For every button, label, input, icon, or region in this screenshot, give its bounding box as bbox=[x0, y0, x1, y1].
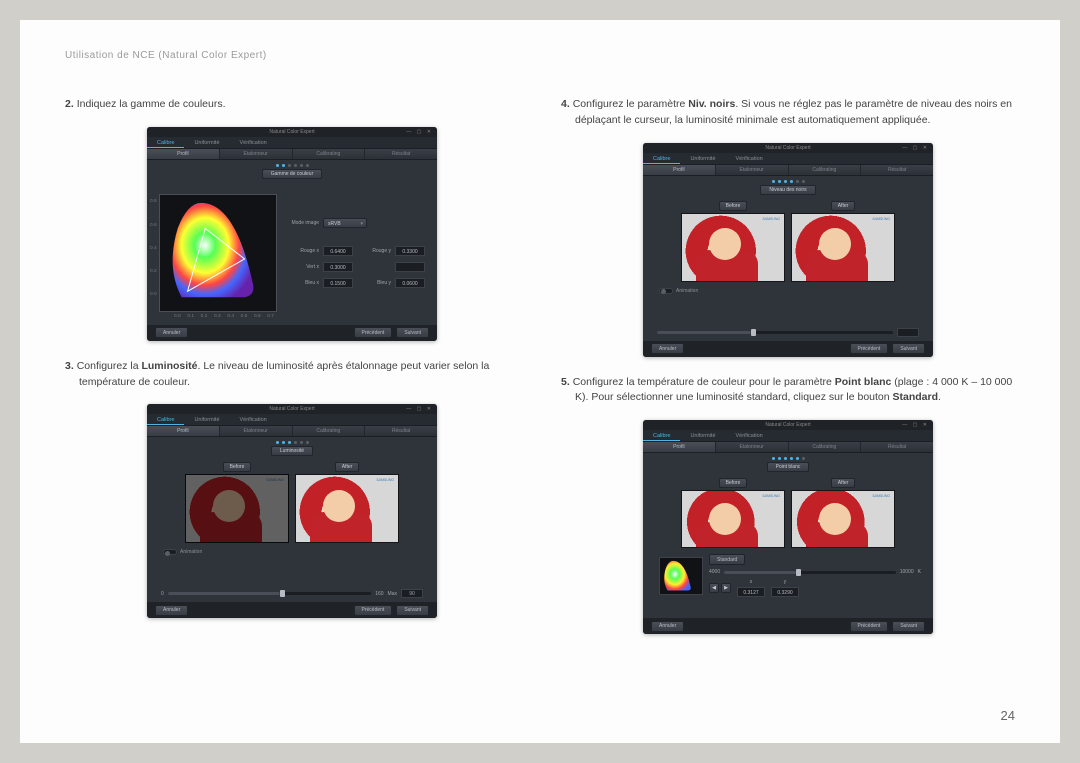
top-tabs: Calibre Uniformité Vérification bbox=[147, 137, 437, 149]
blacklevel-value[interactable] bbox=[897, 328, 919, 337]
window-controls[interactable]: — ▢ ✕ bbox=[406, 127, 433, 137]
red-y-field[interactable]: 0.3300 bbox=[395, 246, 425, 256]
preview-before: SAMSUNG bbox=[681, 490, 785, 548]
subtabs: Profil Etalonneur Calibrating Résultat bbox=[147, 149, 437, 160]
green-x-field[interactable]: 0.3000 bbox=[323, 262, 353, 272]
step-5-text: 5. Configurez la température de couleur … bbox=[561, 375, 1015, 407]
section-chip-whitepoint: Point blanc bbox=[767, 462, 810, 472]
section-chip-luminosity: Luminosité bbox=[271, 446, 313, 456]
red-x-field[interactable]: 0.6400 bbox=[323, 246, 353, 256]
before-label: Before bbox=[223, 462, 252, 472]
subtab-etalonneur[interactable]: Etalonneur bbox=[220, 149, 293, 159]
tab-uniformite[interactable]: Uniformité bbox=[184, 137, 229, 148]
blue-y-field[interactable]: 0.0600 bbox=[395, 278, 425, 288]
nce-window-luminosity: Natural Color Expert— ▢ ✕ CalibreUniform… bbox=[147, 404, 437, 618]
page-number: 24 bbox=[1001, 708, 1015, 723]
subtab-resultat[interactable]: Résultat bbox=[365, 149, 437, 159]
next-button[interactable]: Suivant bbox=[396, 327, 429, 338]
cancel-button[interactable]: Annuler bbox=[155, 327, 188, 338]
nce-window-whitepoint: Natural Color Expert— ▢ ✕ CalibreUniform… bbox=[643, 420, 933, 634]
cie-chromaticity-chart: 0.00.10.20.30.40.50.60.7 0.80.60.40.20.0 bbox=[159, 194, 277, 312]
section-chip-gamut: Gamme de couleur bbox=[262, 169, 323, 179]
standard-button[interactable]: Standard bbox=[709, 554, 745, 565]
step-dots bbox=[147, 160, 437, 169]
wp-x-field[interactable]: 0.3127 bbox=[737, 587, 765, 597]
luminosity-slider[interactable] bbox=[168, 592, 371, 595]
app-titlebar: Natural Color Expert— ▢ ✕ bbox=[147, 127, 437, 137]
tab-calibre[interactable]: Calibre bbox=[147, 137, 184, 148]
luminosity-value[interactable]: 90 bbox=[401, 589, 423, 598]
step-4-text: 4. Configurez le paramètre Niv. noirs. S… bbox=[561, 97, 1015, 129]
animation-toggle[interactable]: Animation bbox=[659, 288, 921, 294]
section-chip-blacklevel: Niveau des noirs bbox=[760, 185, 815, 195]
whitepoint-slider[interactable] bbox=[724, 571, 896, 574]
preview-after: SAMSUNG bbox=[295, 474, 399, 543]
subtab-calibrating[interactable]: Calibrating bbox=[293, 149, 366, 159]
tab-verification[interactable]: Vérification bbox=[230, 137, 277, 148]
step-3-text: 3. Configurez la Luminosité. Le niveau d… bbox=[65, 359, 519, 391]
breadcrumb: Utilisation de NCE (Natural Color Expert… bbox=[65, 50, 1015, 61]
preview-before: SAMSUNG bbox=[185, 474, 289, 543]
mode-dropdown[interactable]: sRVB bbox=[323, 218, 367, 228]
preview-after: SAMSUNG bbox=[791, 490, 895, 548]
subtab-profil[interactable]: Profil bbox=[147, 149, 220, 159]
animation-toggle[interactable]: Animation bbox=[163, 549, 425, 555]
step-2-text: 2. Indiquez la gamme de couleurs. bbox=[65, 97, 519, 113]
blue-x-field[interactable]: 0.1500 bbox=[323, 278, 353, 288]
nav-arrows[interactable]: ◀▶ bbox=[709, 583, 731, 593]
mode-label: Mode image bbox=[285, 220, 319, 226]
mini-gamut-chart bbox=[659, 557, 703, 595]
nce-window-blacklevel: Natural Color Expert— ▢ ✕ CalibreUniform… bbox=[643, 143, 933, 357]
prev-button[interactable]: Précédent bbox=[354, 327, 393, 338]
preview-after: SAMSUNG bbox=[791, 213, 895, 282]
wp-y-field[interactable]: 0.3290 bbox=[771, 587, 799, 597]
after-label: After bbox=[335, 462, 360, 472]
preview-before: SAMSUNG bbox=[681, 213, 785, 282]
blacklevel-slider[interactable] bbox=[657, 331, 893, 334]
green-y-field[interactable] bbox=[395, 262, 425, 272]
nce-window-gamut: Natural Color Expert— ▢ ✕ Calibre Unifor… bbox=[147, 127, 437, 341]
